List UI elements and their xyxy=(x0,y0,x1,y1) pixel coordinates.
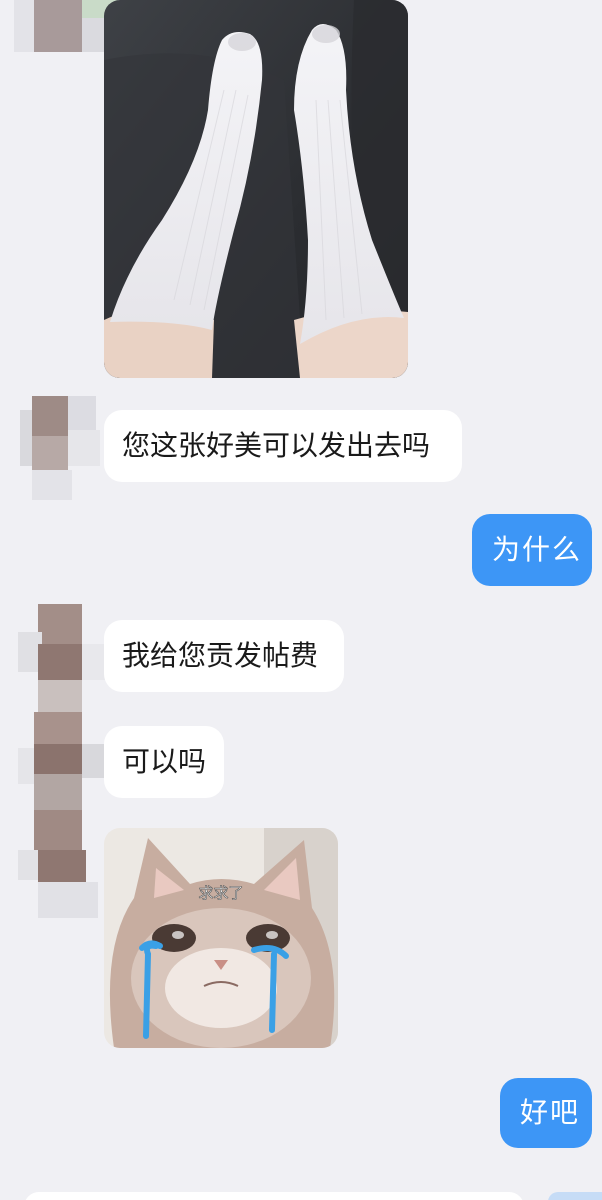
send-button[interactable] xyxy=(548,1192,602,1200)
incoming-message[interactable]: 我给您贡发帖费 xyxy=(104,620,344,692)
photo-message[interactable] xyxy=(104,0,408,378)
avatar[interactable] xyxy=(16,396,100,506)
message-text: 您这张好美可以发出去吗 xyxy=(122,429,431,462)
message-input[interactable] xyxy=(24,1192,524,1200)
message-text: 我给您贡发帖费 xyxy=(122,639,319,672)
chat-thread: 您这张好美可以发出去吗 为什么 我给您贡发帖费 可以吗 求求了 好吧 xyxy=(0,0,602,1200)
sticker-caption: 求求了 xyxy=(198,884,243,902)
incoming-message[interactable]: 您这张好美可以发出去吗 xyxy=(104,410,462,482)
message-text: 好吧 xyxy=(520,1096,581,1129)
outgoing-message[interactable]: 为什么 xyxy=(472,514,592,586)
message-text: 可以吗 xyxy=(122,745,207,778)
message-text: 为什么 xyxy=(492,533,583,566)
sticker-message[interactable]: 求求了 xyxy=(104,828,338,1048)
incoming-message[interactable]: 可以吗 xyxy=(104,726,224,798)
outgoing-message[interactable]: 好吧 xyxy=(500,1078,592,1148)
avatar[interactable] xyxy=(14,0,118,60)
crying-cat-sticker: 求求了 xyxy=(104,828,338,1048)
avatar[interactable] xyxy=(14,604,110,920)
photo-image xyxy=(104,0,408,378)
